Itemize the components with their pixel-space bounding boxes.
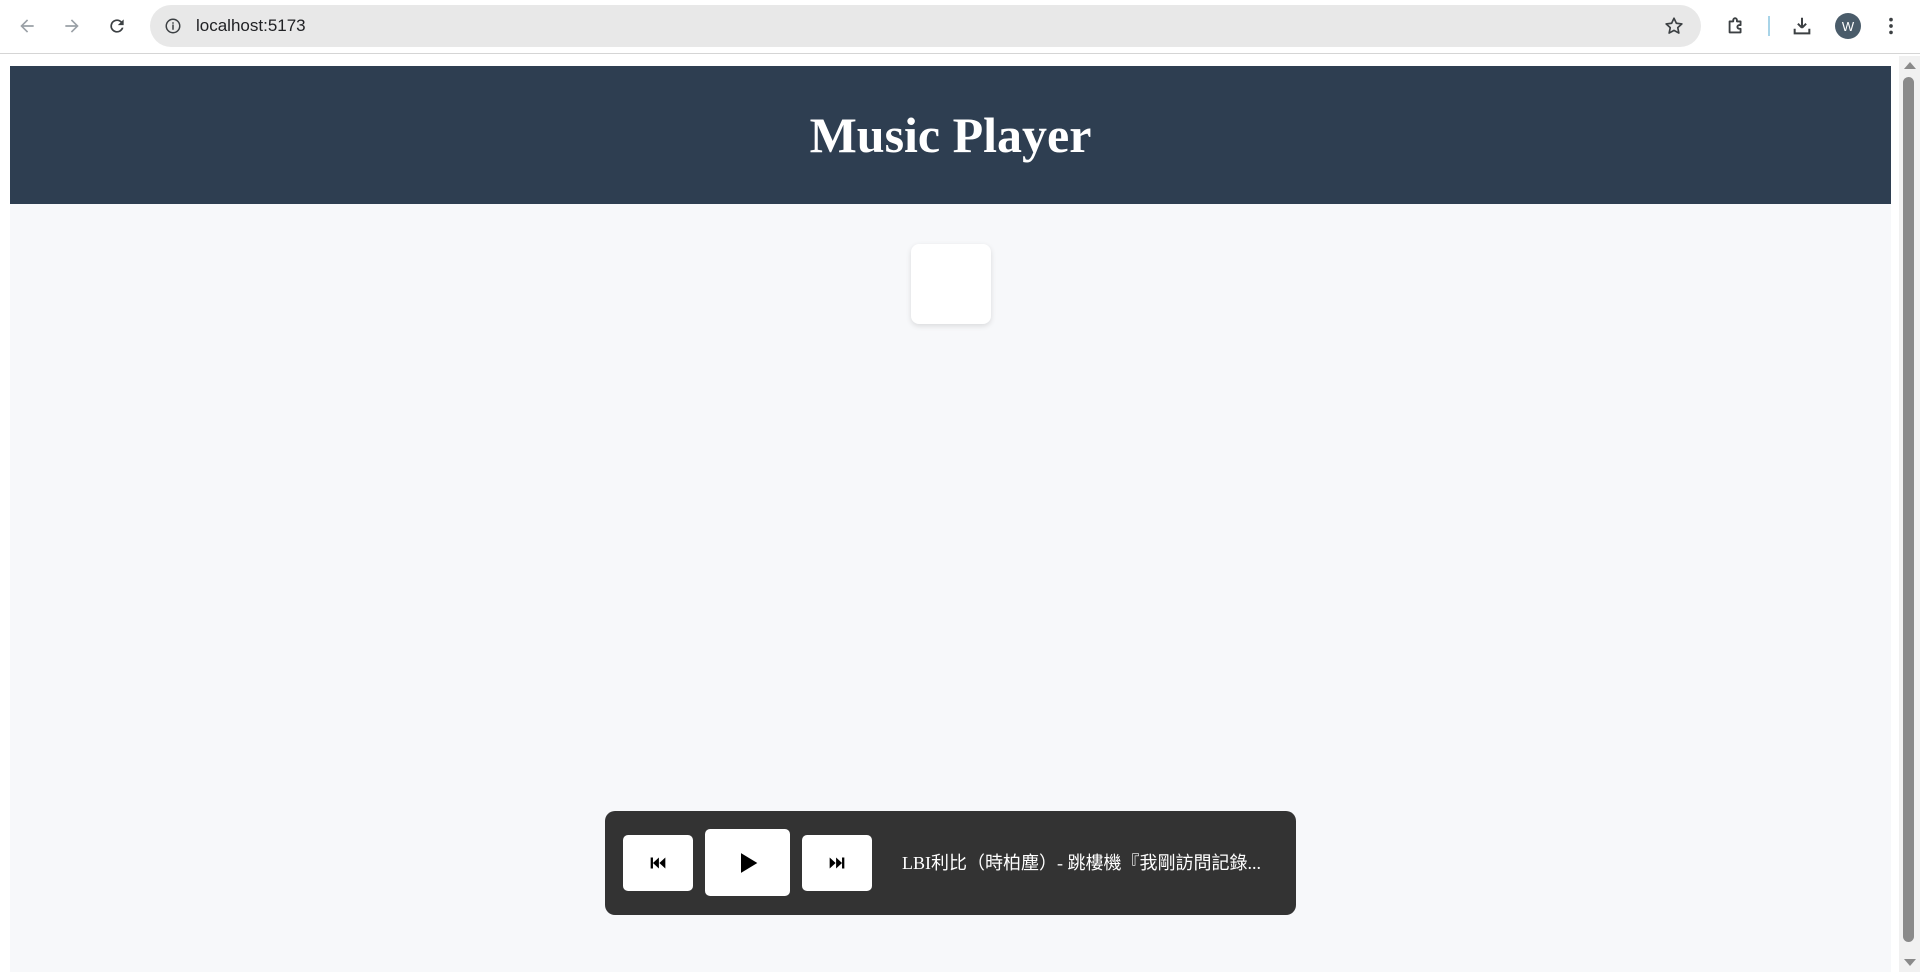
address-bar[interactable]: localhost:5173 xyxy=(150,5,1701,47)
next-track-button[interactable] xyxy=(802,835,872,891)
puzzle-icon xyxy=(1728,17,1742,34)
star-icon xyxy=(1665,17,1683,34)
skip-next-icon xyxy=(829,857,845,869)
skip-previous-icon xyxy=(650,857,666,869)
profile-avatar[interactable]: W xyxy=(1835,13,1861,39)
extensions-button[interactable] xyxy=(1723,13,1749,39)
toolbar-separator xyxy=(1768,16,1770,36)
scroll-up-arrow-icon[interactable] xyxy=(1904,62,1916,69)
page-scrollbar[interactable] xyxy=(1899,56,1920,972)
forward-button[interactable] xyxy=(58,12,86,40)
arrow-left-icon xyxy=(20,19,34,33)
url-text[interactable]: localhost:5173 xyxy=(196,5,306,47)
page-viewport: Music Player LBI利比（時柏塵）- 跳樓機『我剛訪問記錄... xyxy=(10,66,1891,972)
app-header: Music Player xyxy=(10,66,1891,204)
site-info-button[interactable] xyxy=(161,14,185,38)
bookmark-button[interactable] xyxy=(1663,15,1685,37)
browser-toolbar: localhost:5173 W xyxy=(0,0,1920,54)
download-icon xyxy=(1793,17,1811,35)
page-title: Music Player xyxy=(809,107,1092,163)
scrollbar-thumb[interactable] xyxy=(1903,77,1914,942)
kebab-menu-icon xyxy=(1889,17,1893,35)
reload-icon xyxy=(110,19,124,33)
downloads-button[interactable] xyxy=(1789,13,1815,39)
browser-menu-button[interactable] xyxy=(1878,13,1904,39)
player-bar: LBI利比（時柏塵）- 跳樓機『我剛訪問記錄... xyxy=(605,811,1296,915)
arrow-right-icon xyxy=(65,19,79,33)
play-button[interactable] xyxy=(705,829,790,896)
back-button[interactable] xyxy=(13,12,41,40)
scroll-down-arrow-icon[interactable] xyxy=(1904,959,1916,966)
play-icon xyxy=(740,852,757,873)
previous-track-button[interactable] xyxy=(623,835,693,891)
info-icon xyxy=(165,18,181,34)
album-cover-card xyxy=(911,244,991,324)
reload-button[interactable] xyxy=(103,12,131,40)
track-title: LBI利比（時柏塵）- 跳樓機『我剛訪問記錄... xyxy=(902,853,1261,873)
